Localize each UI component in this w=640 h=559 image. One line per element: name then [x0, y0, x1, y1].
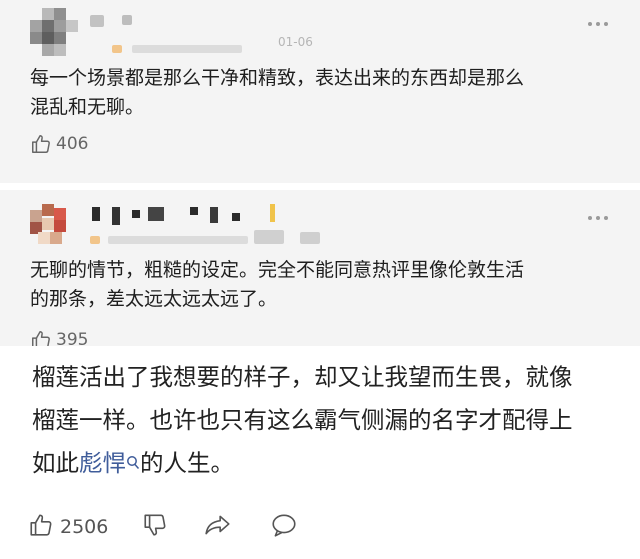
like-count: 2506 — [60, 516, 109, 538]
username-fragment — [148, 207, 164, 221]
username-fragment — [122, 15, 132, 25]
username-fragment — [190, 207, 198, 215]
like-count: 395 — [56, 330, 89, 346]
user-badge — [90, 236, 100, 244]
like-count: 406 — [56, 134, 89, 154]
user-badge — [270, 204, 275, 222]
comment-text: 每一个场景都是那么干净和精致，表达出来的东西却是那么 混乱和无聊。 — [30, 64, 620, 122]
comment-timestamp: 01-06 — [278, 35, 313, 49]
thumbs-up-icon — [30, 329, 52, 346]
avatar[interactable] — [30, 8, 78, 56]
username-fragment — [232, 213, 240, 221]
comment-card-2: 无聊的情节，粗糙的设定。完全不能同意热评里像伦敦生活 的那条，差太远太远太远了。… — [0, 190, 640, 346]
username-fragment — [210, 207, 218, 223]
like-button[interactable]: 2506 — [28, 510, 108, 544]
comment-text-line: 混乱和无聊。 — [30, 96, 145, 118]
like-button[interactable]: 395 — [30, 329, 88, 346]
share-button[interactable] — [204, 510, 232, 544]
comment-text-line: 的那条，差太远太远太远了。 — [30, 288, 278, 310]
user-badge — [112, 45, 122, 53]
main-comment-text: 榴莲活出了我想要的样子，却又让我望而生畏，就像 榴莲一样。也许也只有这么霸气侧漏… — [32, 356, 622, 487]
more-dots-icon[interactable] — [588, 216, 610, 222]
main-comment-line: 如此彪悍 的人生。 — [32, 442, 622, 487]
thumbs-up-icon — [28, 512, 54, 543]
thumbs-down-icon — [142, 512, 168, 543]
comment-text-line: 每一个场景都是那么干净和精致，表达出来的东西却是那么 — [30, 67, 525, 89]
meta-blur — [300, 232, 320, 244]
comment-card-1: 01-06 每一个场景都是那么干净和精致，表达出来的东西却是那么 混乱和无聊。 … — [0, 0, 640, 183]
thumbs-up-icon — [30, 133, 52, 155]
divider — [0, 183, 640, 190]
main-comment-text-suffix: 的人生。 — [140, 449, 234, 477]
meta-blur — [254, 230, 284, 244]
meta-blur — [132, 45, 242, 53]
dislike-button[interactable] — [142, 510, 168, 544]
comment-text: 无聊的情节，粗糙的设定。完全不能同意热评里像伦敦生活 的那条，差太远太远太远了。 — [30, 256, 620, 314]
meta-blur — [108, 236, 248, 244]
comment-button[interactable] — [270, 510, 298, 544]
comment-text-line: 无聊的情节，粗糙的设定。完全不能同意热评里像伦敦生活 — [30, 259, 525, 281]
main-comment-text-prefix: 如此 — [32, 449, 79, 477]
comment-icon — [270, 512, 298, 543]
username-fragment — [112, 207, 120, 225]
avatar[interactable] — [30, 204, 76, 250]
share-icon — [204, 512, 232, 543]
username[interactable] — [90, 15, 104, 27]
search-icon[interactable] — [126, 444, 140, 487]
main-comment-line: 榴莲活出了我想要的样子，却又让我望而生畏，就像 — [32, 363, 573, 391]
main-comment-line: 榴莲一样。也许也只有这么霸气侧漏的名字才配得上 — [32, 406, 573, 434]
username[interactable] — [92, 207, 100, 221]
search-link[interactable]: 彪悍 — [79, 449, 126, 477]
username-fragment — [132, 210, 140, 218]
action-bar: 2506 — [28, 510, 628, 544]
more-dots-icon[interactable] — [588, 22, 610, 28]
like-button[interactable]: 406 — [30, 133, 88, 155]
